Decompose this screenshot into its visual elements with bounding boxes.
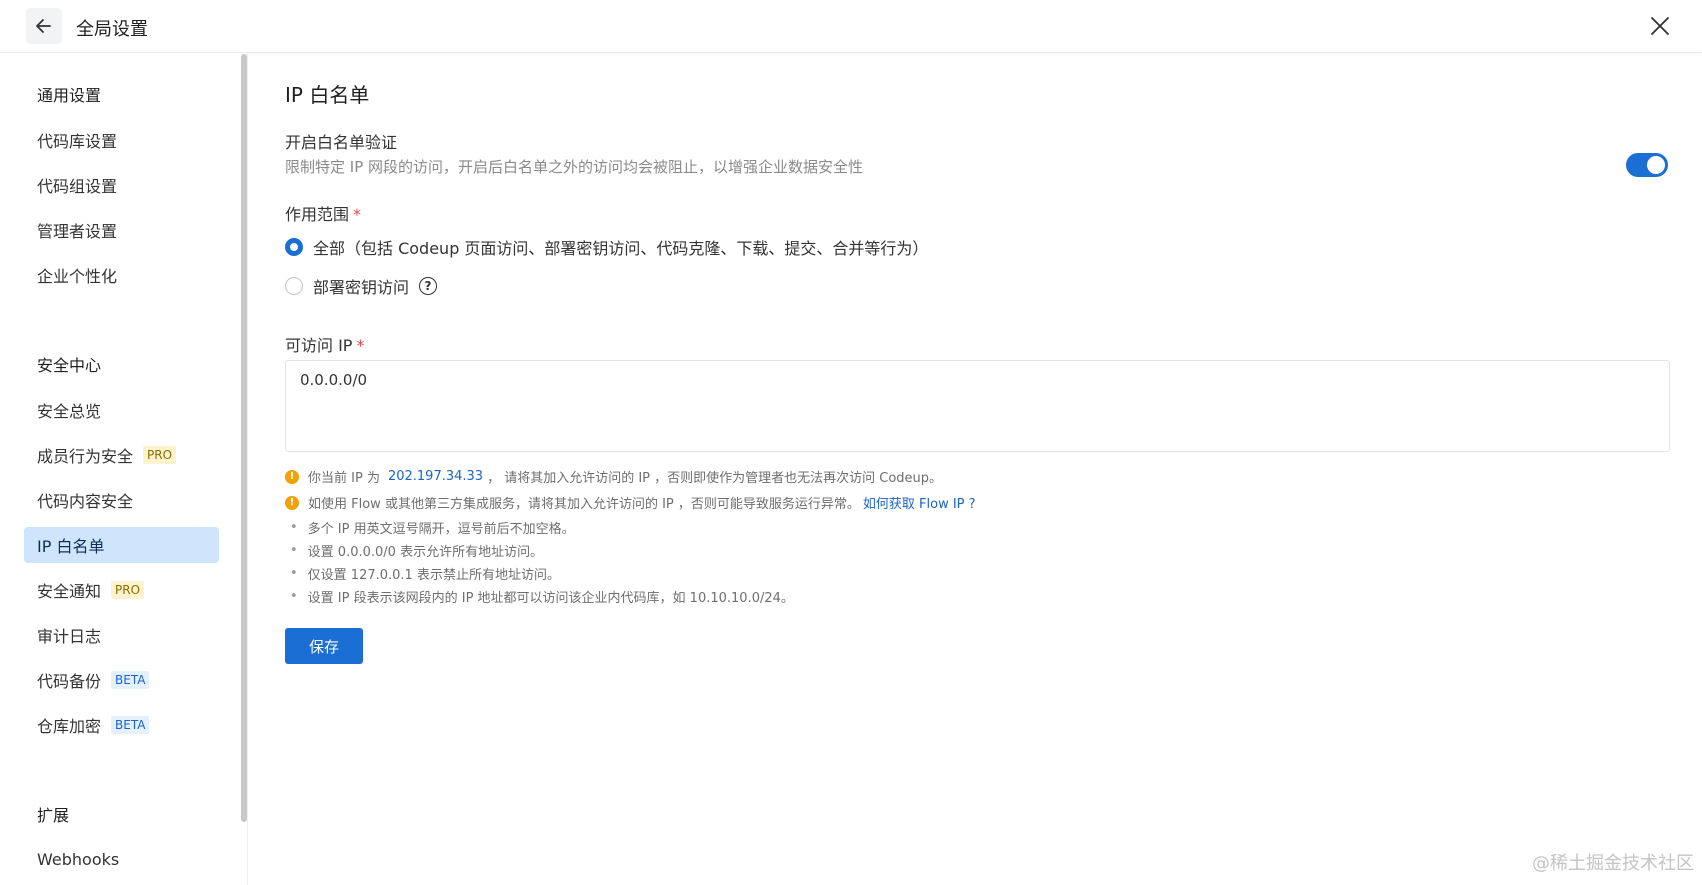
sidebar-item-label: 管理者设置 — [37, 222, 118, 241]
back-button[interactable] — [26, 8, 62, 44]
sidebar-item-group-settings[interactable]: 代码组设置 — [24, 167, 219, 203]
header-bar: 全局设置 — [0, 0, 1702, 53]
tip-item: 多个 IP 用英文逗号隔开，逗号前后不加空格。 — [290, 518, 575, 537]
scope-option-all[interactable]: 全部（包括 Codeup 页面访问、部署密钥访问、代码克隆、下载、提交、合并等行… — [285, 235, 928, 259]
sidebar-item-member-security[interactable]: 成员行为安全 PRO — [24, 437, 219, 473]
scope-label: 作用范围 * — [285, 201, 361, 225]
sidebar-item-audit-log[interactable]: 审计日志 — [24, 617, 219, 653]
scope-option-deploy-key[interactable]: 部署密钥访问 ? — [285, 274, 438, 298]
ip-label-text: 可访问 IP — [285, 336, 353, 355]
pro-badge: PRO — [143, 446, 177, 464]
watermark-text: @稀土掘金技术社区 — [1532, 853, 1694, 874]
required-asterisk: * — [353, 205, 362, 224]
warning-suffix: ， 请将其加入允许访问的 IP ，否则即使作为管理者也无法再次访问 Codeup… — [487, 471, 943, 486]
sidebar-scrollbar[interactable] — [241, 54, 247, 822]
close-icon[interactable] — [1648, 14, 1672, 38]
whitelist-toggle-label: 开启白名单验证 — [285, 133, 398, 152]
radio-checked-icon[interactable] — [285, 238, 303, 256]
arrow-left-icon — [36, 19, 51, 33]
sidebar-item-label: 安全总览 — [37, 402, 102, 421]
question-mark-icon[interactable]: ? — [419, 277, 438, 295]
sidebar-item-label: 代码备份 — [37, 672, 102, 691]
sidebar-item-label: 企业个性化 — [37, 267, 118, 286]
save-button[interactable]: 保存 — [285, 628, 363, 664]
sidebar-item-repo-encryption[interactable]: 仓库加密 BETA — [24, 707, 219, 743]
sidebar-item-label: 代码库设置 — [37, 132, 118, 151]
page-title: IP 白名单 — [285, 83, 370, 107]
sidebar-item-code-backup[interactable]: 代码备份 BETA — [24, 662, 219, 698]
scope-label-text: 作用范围 — [285, 205, 350, 224]
ip-input[interactable] — [285, 360, 1670, 452]
toggle-knob — [1647, 156, 1665, 174]
beta-badge: BETA — [111, 716, 150, 734]
sidebar-item-label: 仓库加密 — [37, 717, 102, 736]
sidebar-item-label: 成员行为安全 — [37, 447, 134, 466]
scope-option-label: 部署密钥访问 — [313, 278, 410, 297]
current-ip-value: 202.197.34.33 — [387, 469, 484, 484]
sidebar-section-extensions: 扩展 — [37, 806, 70, 825]
sidebar-item-label: 代码组设置 — [37, 177, 118, 196]
sidebar-item-label: 代码内容安全 — [37, 492, 134, 511]
sidebar-item-personalization[interactable]: 企业个性化 — [24, 257, 219, 293]
warning-prefix: 你当前 IP 为 — [308, 471, 380, 486]
whitelist-toggle-description: 限制特定 IP 网段的访问，开启后白名单之外的访问均会被阻止，以增强企业数据安全… — [285, 158, 864, 176]
flow-warning: ! 如使用 Flow 或其他第三方集成服务，请将其加入允许访问的 IP ，否则可… — [285, 493, 976, 512]
sidebar-item-label: Webhooks — [37, 849, 120, 869]
page-header-title: 全局设置 — [76, 19, 148, 40]
current-ip-warning: ! 你当前 IP 为 202.197.34.33 ， 请将其加入允许访问的 IP… — [285, 467, 942, 486]
sidebar-item-admin-settings[interactable]: 管理者设置 — [24, 212, 219, 248]
radio-unchecked-icon[interactable] — [285, 277, 303, 295]
sidebar-item-ip-whitelist[interactable]: IP 白名单 — [24, 527, 219, 563]
sidebar-item-label: 安全通知 — [37, 582, 102, 601]
required-asterisk: * — [356, 336, 365, 355]
flow-warning-text: 如使用 Flow 或其他第三方集成服务，请将其加入允许访问的 IP ，否则可能导… — [308, 497, 860, 512]
sidebar-item-code-security[interactable]: 代码内容安全 — [24, 482, 219, 518]
sidebar-item-security-notice[interactable]: 安全通知 PRO — [24, 572, 219, 608]
tip-item: 设置 IP 段表示该网段内的 IP 地址都可以访问该企业内代码库，如 10.10… — [290, 587, 794, 606]
beta-badge: BETA — [111, 671, 150, 689]
tip-item: 仅设置 127.0.0.1 表示禁止所有地址访问。 — [290, 564, 560, 583]
warning-icon: ! — [285, 469, 299, 484]
pro-badge: PRO — [111, 581, 145, 599]
scope-option-label: 全部（包括 Codeup 页面访问、部署密钥访问、代码克隆、下载、提交、合并等行… — [313, 239, 929, 258]
ip-label: 可访问 IP * — [285, 332, 364, 356]
whitelist-toggle-switch[interactable] — [1626, 153, 1668, 177]
flow-ip-help-link[interactable]: 如何获取 Flow IP ? — [863, 493, 976, 512]
warning-icon: ! — [285, 495, 299, 510]
sidebar-item-label: IP 白名单 — [37, 537, 105, 556]
sidebar-item-security-overview[interactable]: 安全总览 — [24, 392, 219, 428]
tip-item: 设置 0.0.0.0/0 表示允许所有地址访问。 — [290, 541, 543, 560]
sidebar-item-repo-settings[interactable]: 代码库设置 — [24, 122, 219, 158]
sidebar-section-general: 通用设置 — [37, 86, 102, 105]
sidebar-item-label: 审计日志 — [37, 627, 102, 646]
sidebar-section-security: 安全中心 — [37, 356, 102, 375]
sidebar-item-webhooks[interactable]: Webhooks — [24, 841, 219, 877]
